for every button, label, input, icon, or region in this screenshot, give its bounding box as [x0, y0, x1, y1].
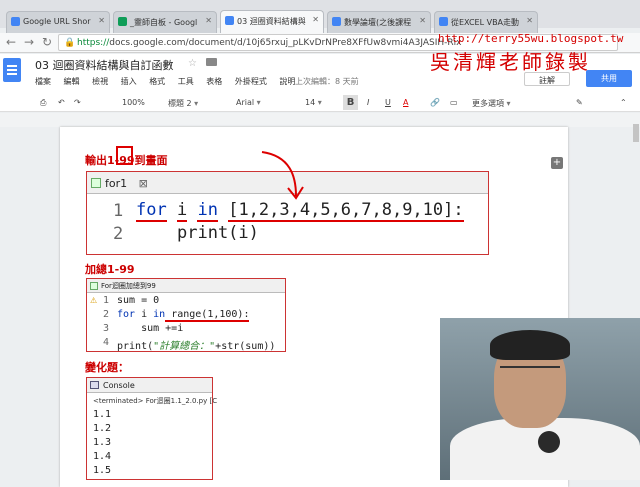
keyword-in: in [153, 309, 166, 320]
code-token: print( [117, 341, 154, 352]
console-panel: Console <terminated> For迴圈1.1_2.0.py [C … [86, 377, 217, 480]
keyword-for: for [117, 309, 136, 320]
code-token: +str(sum)) [215, 341, 276, 352]
console-output-line: 1.2 [93, 423, 112, 434]
code-line[interactable]: print("計算總合："+str(sum)) [117, 337, 275, 352]
code-line[interactable]: for i in range(1,100): [117, 309, 250, 322]
line-number: 2 [103, 309, 110, 320]
python-file-icon [90, 282, 98, 290]
console-output-line: 1.5 [93, 465, 112, 476]
annotation-box [116, 146, 133, 165]
code-line[interactable]: sum = 0 [117, 295, 159, 306]
webcam-overlay [440, 318, 640, 480]
microphone [538, 431, 560, 453]
line-number: 1 [103, 295, 110, 306]
console-tab[interactable]: Console [87, 378, 212, 393]
watermark-name: 吳清輝老師錄製 [430, 50, 591, 74]
string-literal: "計算總合：" [153, 341, 216, 352]
code-token: i [135, 309, 154, 320]
console-output-line: 1.3 [93, 437, 112, 448]
line-number: 3 [103, 323, 110, 334]
warning-icon: ⚠ [90, 296, 98, 305]
heading-sum: 加總1-99 [85, 263, 135, 276]
code-line[interactable]: sum +=i [117, 323, 183, 334]
editor-tab[interactable]: For迴圈加總到99 [87, 279, 285, 293]
annotation-arrow [261, 151, 297, 197]
heading-variation: 變化題： [85, 361, 129, 374]
console-output-line: 1.4 [93, 451, 112, 462]
editor-tab-label: For迴圈加總到99 [101, 282, 156, 290]
console-status: <terminated> For迴圈1.1_2.0.py [C [93, 397, 218, 405]
console-output-line: 1.1 [93, 409, 112, 420]
range-call: range(1,100): [165, 309, 250, 322]
console-tab-label: Console [103, 381, 135, 390]
watermark-url: http://terry55wu.blogspot.tw [438, 32, 624, 45]
editor-panel-sum: For迴圈加總到99 ⚠ 1 2 3 4 sum = 0 for i in ra… [86, 278, 286, 352]
console-icon [90, 381, 99, 389]
line-number: 4 [103, 337, 110, 348]
